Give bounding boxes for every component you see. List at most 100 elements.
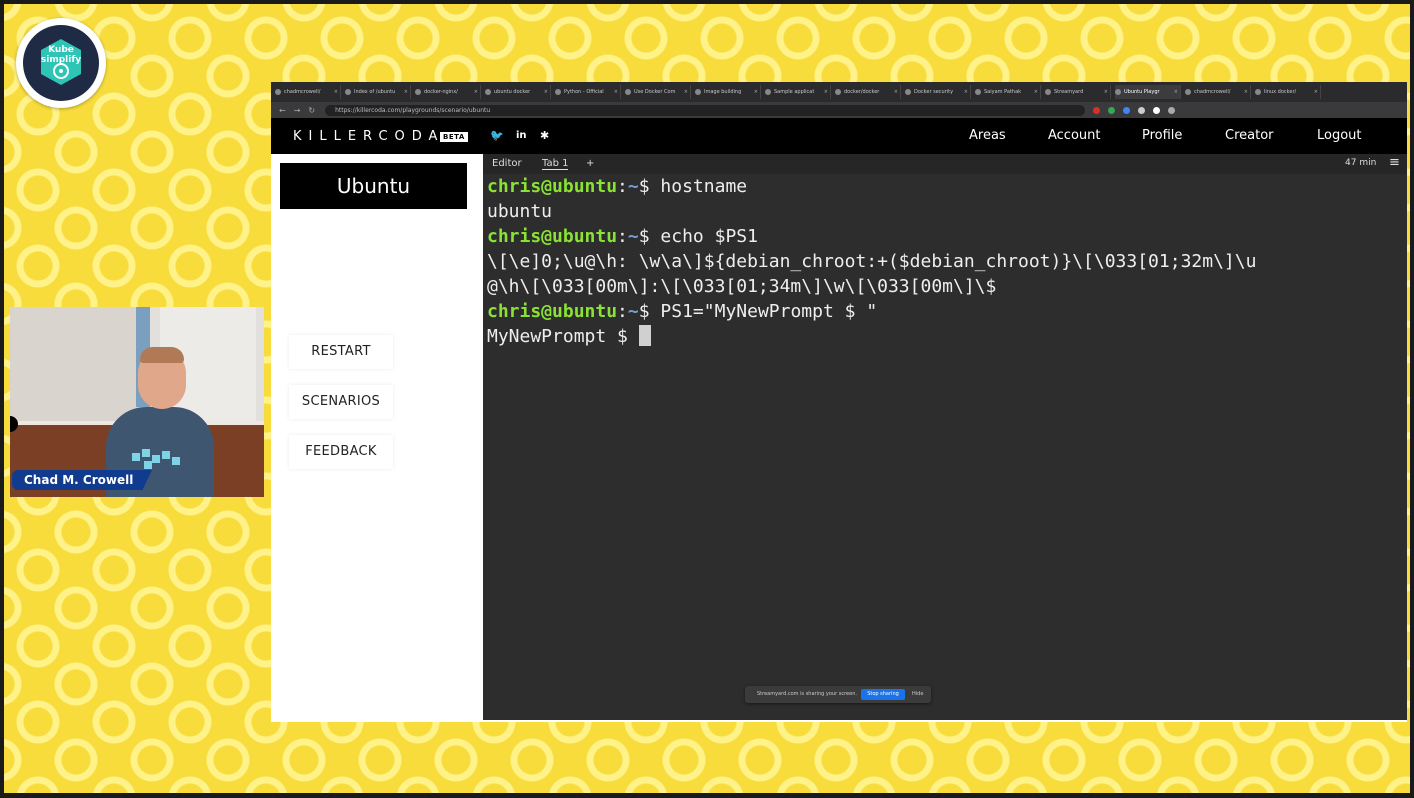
tab-close-icon[interactable]: × xyxy=(544,89,548,95)
terminal-output[interactable]: chris@ubuntu:~$ hostname ubuntu chris@ubun… xyxy=(487,174,1402,694)
prompt-separator: : xyxy=(617,301,628,322)
logo-inner: Kube simplify xyxy=(23,25,99,101)
reload-icon[interactable]: ↻ xyxy=(308,106,315,115)
stop-sharing-button[interactable]: Stop sharing xyxy=(861,689,905,700)
browser-tab[interactable]: Streamyard × xyxy=(1045,85,1111,99)
hamburger-menu-icon[interactable]: ≡ xyxy=(1389,155,1400,170)
terminal-command: echo $PS1 xyxy=(660,226,758,247)
feedback-button[interactable]: FEEDBACK xyxy=(289,435,393,469)
slack-icon[interactable]: ✱ xyxy=(540,129,549,142)
back-icon[interactable]: ← xyxy=(279,106,286,115)
nav-creator[interactable]: Creator xyxy=(1225,128,1274,143)
extension-icon[interactable] xyxy=(1108,106,1116,114)
url-field[interactable]: https://killercoda.com/playgrounds/scena… xyxy=(325,104,1086,116)
add-tab-button[interactable]: + xyxy=(586,158,594,169)
webcam-feed xyxy=(10,307,264,497)
browser-tab[interactable]: Python - Official × xyxy=(555,85,621,99)
prompt-path: ~ xyxy=(627,301,639,322)
tab-editor[interactable]: Editor xyxy=(492,158,522,169)
killercoda-header: KILLERCODA BETA 🐦 in ✱ Areas Account Pro… xyxy=(271,118,1407,154)
tab-favicon-icon xyxy=(1185,89,1191,95)
tab-close-icon[interactable]: × xyxy=(1314,89,1318,95)
extension-icon[interactable] xyxy=(1123,106,1131,114)
brand-logo[interactable]: KILLERCODA xyxy=(293,129,444,144)
terminal-output-text: @\h\[\033[00m\]:\[\033[01;34m\]\w\[\033[… xyxy=(487,276,997,297)
nav-areas[interactable]: Areas xyxy=(969,128,1006,143)
tab-close-icon[interactable]: × xyxy=(1174,89,1178,95)
browser-tab[interactable]: Docker security × xyxy=(905,85,971,99)
browser-tab-label: Python - Official xyxy=(564,89,604,95)
frame-right xyxy=(1410,0,1414,798)
browser-tab[interactable]: ubuntu docker × xyxy=(485,85,551,99)
prompt-symbol: $ xyxy=(638,301,661,322)
scenarios-button[interactable]: SCENARIOS xyxy=(289,385,393,419)
terminal-line: chris@ubuntu:~$ hostname xyxy=(487,174,1402,199)
presenter-hair xyxy=(140,347,184,363)
tab-close-icon[interactable]: × xyxy=(614,89,618,95)
tab-favicon-icon xyxy=(695,89,701,95)
browser-tab-label: Streamyard xyxy=(1054,89,1084,95)
browser-tab-label: ubuntu docker xyxy=(494,89,531,95)
tab-favicon-icon xyxy=(555,89,561,95)
browser-addressbar: ← → ↻ https://killercoda.com/playgrounds… xyxy=(271,102,1407,118)
tab-close-icon[interactable]: × xyxy=(894,89,898,95)
tab-close-icon[interactable]: × xyxy=(404,89,408,95)
browser-tab-label: Sample applicat xyxy=(774,89,815,95)
linkedin-icon[interactable]: in xyxy=(516,130,527,141)
tab-favicon-icon xyxy=(415,89,421,95)
browser-tab[interactable]: Ubuntu Playgr × xyxy=(1115,85,1181,99)
browser-tab[interactable]: docker/docker × xyxy=(835,85,901,99)
browser-tab-label: docker/docker xyxy=(844,89,880,95)
terminal-panel: Editor Tab 1 + 47 min ≡ chris@ubuntu:~$ … xyxy=(483,154,1407,720)
nav-profile[interactable]: Profile xyxy=(1142,128,1182,143)
terminal-line: chris@ubuntu:~$ PS1="MyNewPrompt $ " xyxy=(487,299,1402,324)
browser-tab[interactable]: Saiyam Pathak × xyxy=(975,85,1041,99)
tab-close-icon[interactable]: × xyxy=(1034,89,1038,95)
tab-close-icon[interactable]: × xyxy=(1104,89,1108,95)
browser-tab[interactable]: Use Docker Com × xyxy=(625,85,691,99)
forward-icon[interactable]: → xyxy=(294,106,301,115)
extension-icon[interactable] xyxy=(1138,106,1146,114)
tab-favicon-icon xyxy=(345,89,351,95)
restart-button[interactable]: RESTART xyxy=(289,335,393,369)
browser-tab[interactable]: Sample applicat × xyxy=(765,85,831,99)
tab-close-icon[interactable]: × xyxy=(1244,89,1248,95)
tab-close-icon[interactable]: × xyxy=(684,89,688,95)
extension-icon[interactable] xyxy=(1093,106,1101,114)
beta-badge: BETA xyxy=(440,132,468,142)
browser-tab[interactable]: chadmcrowell/ × xyxy=(1185,85,1251,99)
tab-close-icon[interactable]: × xyxy=(754,89,758,95)
scenario-sidebar: Ubuntu RESTART SCENARIOS FEEDBACK xyxy=(271,154,483,722)
tab-close-icon[interactable]: × xyxy=(964,89,968,95)
browser-tab-label: Use Docker Com xyxy=(634,89,676,95)
prompt-user: chris@ubuntu xyxy=(487,226,618,247)
session-timer: 47 min xyxy=(1345,158,1377,168)
twitter-icon[interactable]: 🐦 xyxy=(490,129,504,142)
hide-share-bar-button[interactable]: Hide xyxy=(912,691,923,697)
browser-tab[interactable]: linux docker/ × xyxy=(1255,85,1321,99)
share-text: Streamyard.com is sharing your screen. xyxy=(757,691,857,697)
browser-tab[interactable]: Index of /ubuntu × xyxy=(345,85,411,99)
terminal-tabbar: Editor Tab 1 + 47 min ≡ xyxy=(483,154,1407,174)
browser-tab[interactable]: Image building × xyxy=(695,85,761,99)
nav-account[interactable]: Account xyxy=(1048,128,1101,143)
tab-favicon-icon xyxy=(1045,89,1051,95)
menu-icon[interactable] xyxy=(1168,106,1176,114)
tab-close-icon[interactable]: × xyxy=(334,89,338,95)
tab-tab1[interactable]: Tab 1 xyxy=(542,158,569,170)
profile-icon[interactable] xyxy=(1153,106,1161,114)
browser-tab[interactable]: chadmcrowell/ × xyxy=(275,85,341,99)
browser-tab[interactable]: docker-nginx/ × xyxy=(415,85,481,99)
browser-tab-label: docker-nginx/ xyxy=(424,89,458,95)
nav-logout[interactable]: Logout xyxy=(1317,128,1362,143)
prompt-path: ~ xyxy=(627,176,639,197)
browser-tab-label: chadmcrowell/ xyxy=(284,89,321,95)
terminal-cursor xyxy=(638,325,651,346)
tab-favicon-icon xyxy=(835,89,841,95)
browser-tabbar: chadmcrowell/× Index of /ubuntu × docker-ng… xyxy=(271,82,1407,102)
tab-favicon-icon xyxy=(765,89,771,95)
tab-close-icon[interactable]: × xyxy=(824,89,828,95)
terminal-output-text: \[\e]0;\u@\h: \w\a\]${debian_chroot:+($d… xyxy=(487,251,1257,272)
tab-close-icon[interactable]: × xyxy=(474,89,478,95)
tab-favicon-icon xyxy=(275,89,281,95)
